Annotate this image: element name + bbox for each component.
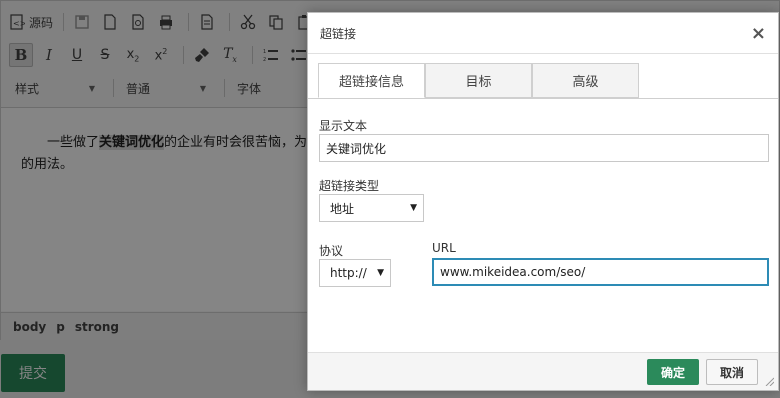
cancel-button[interactable]: 取消 [706, 359, 758, 385]
dialog-footer: 确定 取消 [308, 352, 778, 390]
tab-link-info[interactable]: 超链接信息 [318, 63, 425, 98]
protocol-select[interactable]: http:// ▼ [319, 259, 391, 287]
hyperlink-dialog: 超链接 × 超链接信息 目标 高级 显示文本 关键词优化 超链接类型 地址 ▼ … [307, 12, 779, 391]
display-text-input[interactable]: 关键词优化 [319, 134, 769, 162]
dropdown-arrow-icon: ▼ [377, 268, 384, 278]
dropdown-arrow-icon: ▼ [410, 203, 417, 213]
url-label: URL [432, 241, 456, 255]
tab-divider [308, 98, 778, 99]
protocol-label: 协议 [319, 244, 344, 258]
url-input[interactable]: www.mikeidea.com/seo/ [432, 258, 769, 286]
dialog-header: 超链接 × [308, 13, 778, 54]
display-text-label: 显示文本 [319, 119, 368, 133]
resize-grip-icon[interactable] [764, 376, 774, 386]
tab-target[interactable]: 目标 [425, 63, 532, 98]
dialog-title: 超链接 [320, 26, 357, 41]
protocol-value: http:// [330, 266, 367, 280]
link-type-label: 超链接类型 [319, 179, 380, 193]
ok-button[interactable]: 确定 [647, 359, 699, 385]
close-icon[interactable]: × [751, 23, 766, 44]
tab-advanced[interactable]: 高级 [532, 63, 639, 98]
link-type-select[interactable]: 地址 ▼ [319, 194, 424, 222]
link-type-value: 地址 [330, 201, 355, 216]
dialog-tabs: 超链接信息 目标 高级 [318, 63, 639, 98]
